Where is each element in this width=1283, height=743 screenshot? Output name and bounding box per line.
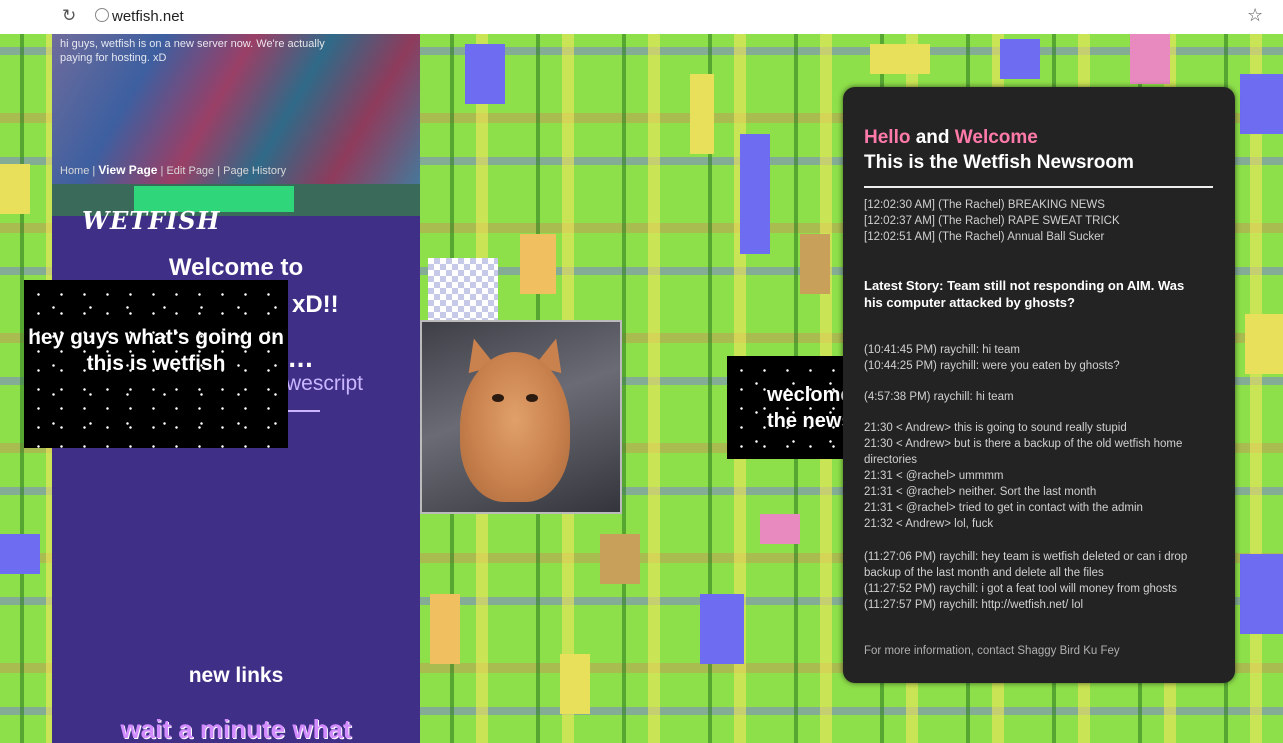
chat-line: (11:27:57 PM) raychill: http://wetfish.n… [864,599,1084,611]
newsroom-welcome-line2: the newsroom [767,410,847,432]
news-line: [12:02:51 AM] (The Rachel) Annual Ball S… [864,231,1105,243]
latest-story: Latest Story: Team still not responding … [864,278,1185,310]
chat-line: (11:27:52 PM) raychill: i got a feat too… [864,583,1177,595]
title-divider [864,186,1213,188]
news-line: [12:02:30 AM] (The Rachel) BREAKING NEWS [864,199,1105,211]
welcome-xd-text: xD!! [292,291,339,318]
browser-address-bar: ↻ wetfish.net ☆ [0,0,1283,35]
tab-view-page[interactable]: View Page [98,163,157,177]
wetfish-logo-text: WETFISH [82,210,221,232]
chat-line: (11:27:06 PM) raychill: hey team is wetf… [864,551,1188,579]
url-field[interactable]: wetfish.net [112,8,184,25]
title-welcome: Welcome [954,127,1038,148]
bookmark-star-icon[interactable]: ☆ [1247,5,1263,26]
breaking-news-list: [12:02:30 AM] (The Rachel) BREAKING NEWS… [864,197,1224,245]
ellipsis-text: ... [288,348,314,373]
chat-line: 21:30 < Andrew> but is there a backup of… [864,438,1183,466]
chat-log-c: 21:30 < Andrew> this is going to sound r… [864,420,1224,532]
title-line2: This is the Wetfish Newsroom [864,152,1134,173]
wait-a-minute-link[interactable]: wait a minute what [52,714,420,743]
title-hello: Hello [864,127,911,148]
server-notice: hi guys, wetfish is on a new server now.… [60,38,325,64]
tab-home[interactable]: Home [60,165,89,177]
wiki-tab-bar: Home | View Page | Edit Page | Page Hist… [60,163,287,177]
chat-line: 21:32 < Andrew> lol, fuck [864,518,994,530]
chat-line: 21:30 < Andrew> this is going to sound r… [864,422,1127,434]
chat-line: 21:31 < @rachel> neither. Sort the last … [864,486,1097,498]
chat-log-d: (11:27:06 PM) raychill: hey team is wetf… [864,549,1224,613]
chat-line: (4:57:38 PM) raychill: hi team [864,391,1014,403]
chat-line: 21:31 < @rachel> ummmm [864,470,1004,482]
chat-line: (10:44:25 PM) raychill: were you eaten b… [864,360,1120,372]
newsroom-panel: Hello and Welcome This is the Wetfish Ne… [843,87,1235,683]
title-and: and [910,127,955,148]
checker-tile [428,258,498,320]
chat-line: 21:31 < @rachel> tried to get in contact… [864,502,1143,514]
tab-other-pages[interactable]: Edit Page | Page History [166,165,286,177]
link-underline [286,402,320,412]
greeting-text: hey guys what's going on this is wetfish [28,326,284,375]
site-info-icon[interactable] [95,8,109,22]
newsroom-footer: For more information, contact Shaggy Bir… [864,645,1120,657]
newsroom-title: Hello and Welcome This is the Wetfish Ne… [864,125,1134,175]
chat-log-a: (10:41:45 PM) raychill: hi team (10:44:2… [864,342,1224,374]
chat-line: (10:41:45 PM) raychill: hi team [864,344,1020,356]
orange-cat-photo [420,320,622,514]
sparkle-newsroom-box: weclome to the newsroom [727,356,847,459]
news-line: [12:02:37 AM] (The Rachel) RAPE SWEAT TR… [864,215,1120,227]
green-banner-block [134,186,294,212]
newsroom-welcome-line1: weclome to [767,384,847,406]
chat-log-b: (4:57:38 PM) raychill: hi team [864,389,1224,405]
sparkle-greeting-box: hey guys what's going on this is wetfish [24,280,288,448]
reload-icon[interactable]: ↻ [62,6,76,26]
welcome-heading: Welcome to [168,254,304,281]
wescript-link[interactable]: wescript [286,372,363,396]
new-links-heading: new links [188,664,284,687]
